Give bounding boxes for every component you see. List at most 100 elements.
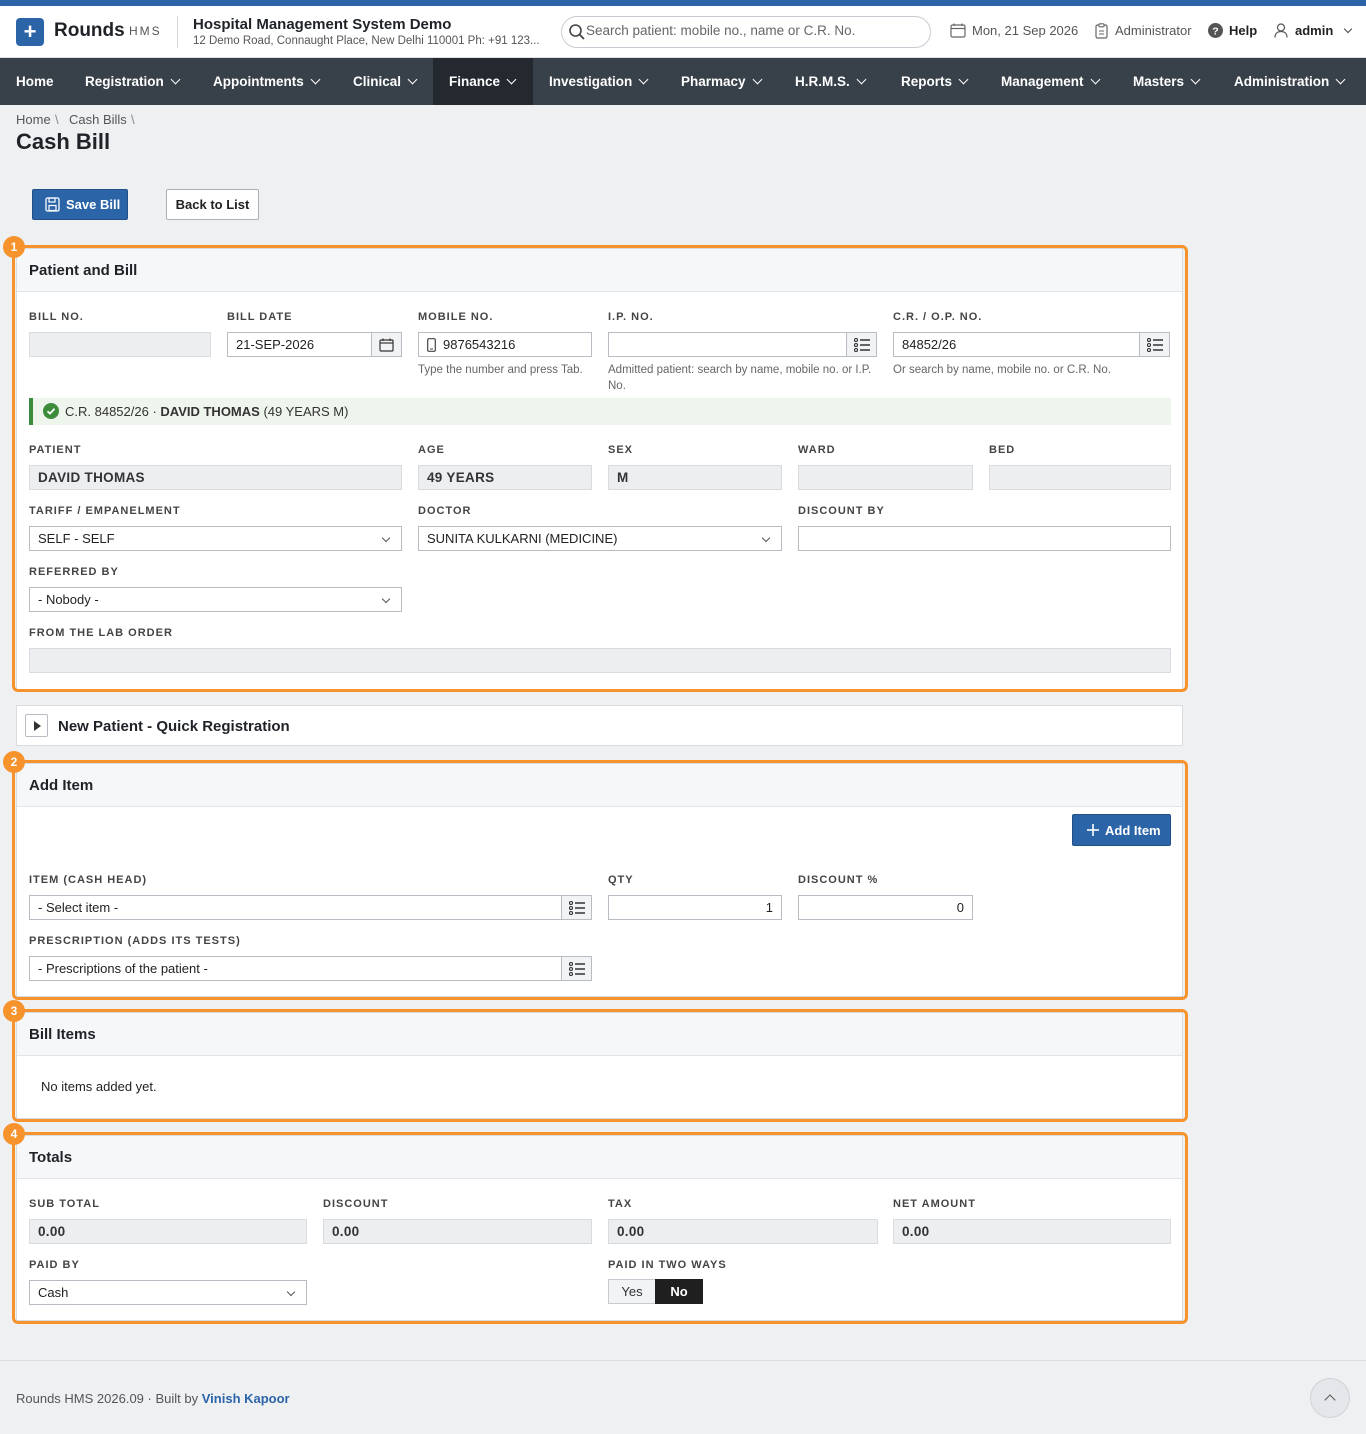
paid-two-ways-yes[interactable]: Yes — [608, 1279, 656, 1304]
nav-clinical[interactable]: Clinical — [337, 58, 432, 105]
item-lookup-button[interactable] — [561, 895, 592, 920]
nav-investigation[interactable]: Investigation — [533, 58, 663, 105]
qty-input[interactable]: 1 — [608, 895, 782, 920]
paid-by-label: PAID BY — [29, 1259, 80, 1271]
lab-order-label: FROM THE LAB ORDER — [29, 627, 173, 639]
nav-management[interactable]: Management — [985, 58, 1115, 105]
mobile-no-input[interactable]: 9876543216 — [418, 332, 592, 357]
quick-registration-toggle[interactable]: New Patient - Quick Registration — [16, 705, 1183, 746]
page-title: Cash Bill — [16, 129, 111, 154]
role-text: Administrator — [1115, 23, 1192, 38]
ip-help-text: Admitted patient: search by name, mobile… — [608, 364, 872, 392]
cr-no-input[interactable]: 84852/26 — [893, 332, 1140, 357]
prescription-lookup-button[interactable] — [561, 956, 592, 981]
paid-by-value: Cash — [38, 1285, 69, 1300]
brand-name[interactable]: Rounds — [54, 20, 125, 42]
nav-hrms[interactable]: H.R.M.S. — [779, 58, 881, 105]
add-item-button[interactable]: Add Item — [1072, 814, 1171, 846]
discount-label: DISCOUNT — [323, 1198, 389, 1210]
nav-label: Administration — [1234, 74, 1330, 89]
list-icon — [569, 901, 585, 915]
search-icon — [569, 24, 585, 40]
bill-no-field — [29, 332, 211, 357]
nav-reports[interactable]: Reports — [885, 58, 983, 105]
tariff-value: SELF - SELF — [38, 531, 115, 546]
chevron-down-icon — [381, 533, 391, 543]
nav-label: H.R.M.S. — [795, 74, 850, 89]
cr-no-label: C.R. / O.P. NO. — [893, 311, 983, 323]
chevron-down-icon — [752, 74, 762, 85]
search-input[interactable] — [586, 23, 916, 38]
paid-by-select[interactable]: Cash — [29, 1280, 307, 1305]
bill-date-input[interactable]: 21-SEP-2026 — [227, 332, 372, 357]
save-bill-button[interactable]: Save Bill — [32, 189, 128, 220]
tax-field: 0.00 — [608, 1219, 878, 1244]
ip-lookup-button[interactable] — [846, 332, 877, 357]
nav-label: Registration — [85, 74, 164, 89]
nav-finance[interactable]: Finance — [433, 58, 533, 105]
tariff-select[interactable]: SELF - SELF — [29, 526, 402, 551]
nav-label: Management — [1001, 74, 1084, 89]
role-indicator: Administrator — [1095, 23, 1192, 39]
user-menu[interactable]: admin — [1274, 23, 1353, 38]
nav-masters[interactable]: Masters — [1117, 58, 1215, 105]
breadcrumb-separator: \ — [131, 112, 135, 127]
nav-pharmacy[interactable]: Pharmacy — [665, 58, 777, 105]
match-patient-name: DAVID THOMAS — [160, 404, 260, 419]
chevron-down-icon — [856, 74, 867, 85]
date-picker-button[interactable] — [371, 332, 402, 357]
plus-icon — [1087, 824, 1099, 836]
prescription-select[interactable]: - Prescriptions of the patient - — [29, 956, 562, 981]
step-badge-1: 1 — [3, 236, 25, 258]
footer-author-link[interactable]: Vinish Kapoor — [202, 1391, 290, 1406]
list-icon — [569, 962, 585, 976]
back-to-list-button[interactable]: Back to List — [166, 189, 259, 220]
discount-total-field: 0.00 — [323, 1219, 592, 1244]
help-text: Help — [1229, 23, 1258, 38]
sex-label: SEX — [608, 444, 634, 456]
footer: Rounds HMS 2026.09 · Built by Vinish Kap… — [16, 1391, 290, 1406]
discount-pct-input[interactable]: 0 — [798, 895, 973, 920]
patient-search[interactable] — [561, 16, 931, 48]
tax-label: TAX — [608, 1198, 633, 1210]
doctor-select[interactable]: SUNITA KULKARNI (MEDICINE) — [418, 526, 782, 551]
nav-appointments[interactable]: Appointments — [197, 58, 335, 105]
nav-administration[interactable]: Administration — [1218, 58, 1360, 105]
chevron-down-icon — [638, 74, 649, 85]
nav-home[interactable]: Home — [0, 58, 70, 105]
chevron-down-icon — [1190, 74, 1201, 85]
chevron-down-icon — [1090, 74, 1100, 85]
chevron-down-icon — [1343, 24, 1353, 34]
expand-icon[interactable] — [25, 714, 48, 737]
help-link[interactable]: ? Help — [1208, 23, 1257, 38]
referred-by-select[interactable]: - Nobody - — [29, 587, 402, 612]
nav-label: Home — [16, 74, 54, 89]
prescription-label: PRESCRIPTION (ADDS ITS TESTS) — [29, 935, 241, 947]
paid-two-ways-no[interactable]: No — [655, 1279, 703, 1304]
nav-label: Pharmacy — [681, 74, 746, 89]
current-date: Mon, 21 Sep 2026 — [950, 23, 1078, 38]
nav-registration[interactable]: Registration — [69, 58, 195, 105]
cr-help-text: Or search by name, mobile no. or C.R. No… — [893, 364, 1111, 376]
discount-by-label: DISCOUNT BY — [798, 505, 885, 517]
help-icon: ? — [1208, 23, 1223, 38]
doctor-label: DOCTOR — [418, 505, 472, 517]
breadcrumb-cash-bills[interactable]: Cash Bills — [69, 112, 127, 127]
step-badge-3: 3 — [3, 1000, 25, 1022]
logo-icon[interactable]: + — [16, 18, 44, 46]
footer-divider — [0, 1360, 1366, 1361]
discount-by-input[interactable] — [798, 526, 1171, 551]
ip-no-input[interactable] — [608, 332, 847, 357]
item-select[interactable]: - Select item - — [29, 895, 562, 920]
save-icon — [45, 197, 60, 212]
scroll-to-top-button[interactable] — [1310, 1378, 1350, 1418]
patient-match-alert: C.R. 84852/26 · DAVID THOMAS (49 YEARS M… — [29, 398, 1171, 425]
breadcrumb-home[interactable]: Home — [16, 112, 51, 127]
divider — [177, 16, 178, 48]
sex-field: M — [608, 465, 782, 490]
referred-by-value: - Nobody - — [38, 592, 99, 607]
net-amount-field: 0.00 — [893, 1219, 1171, 1244]
nav-label: Reports — [901, 74, 953, 89]
cr-lookup-button[interactable] — [1139, 332, 1170, 357]
discount-pct-label: DISCOUNT % — [798, 874, 879, 886]
